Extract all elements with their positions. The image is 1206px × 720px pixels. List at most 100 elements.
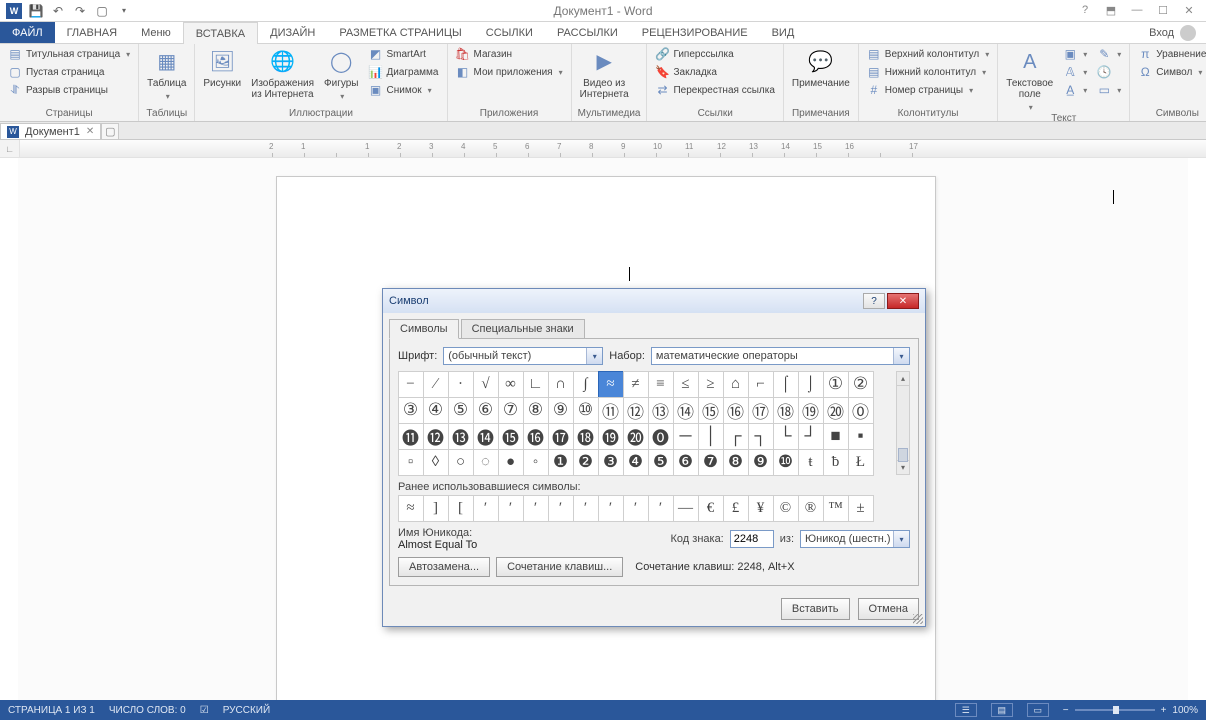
symbol-cell[interactable]: ◦ [523,449,549,476]
new-icon[interactable]: ▢ [94,3,110,19]
symbol-cell[interactable]: ≡ [648,371,674,398]
recent-symbol-cell[interactable]: ′ [598,495,624,522]
symbol-cell[interactable]: ❹ [623,449,649,476]
recent-symbol-cell[interactable]: € [698,495,724,522]
symbol-cell[interactable]: ❸ [598,449,624,476]
symbol-cell[interactable]: └ [773,423,799,450]
char-code-input[interactable] [730,530,774,548]
symbol-cell[interactable]: ⑨ [548,397,574,424]
symbol-cell[interactable]: − [398,371,424,398]
pictures-button[interactable]: 🖼Рисунки [201,46,243,89]
dialog-help-icon[interactable]: ? [863,293,885,309]
scroll-up-icon[interactable]: ▴ [897,372,909,386]
dropdown-icon[interactable]: ▾ [893,348,909,364]
symbol-cell[interactable]: Ł [848,449,874,476]
header-button[interactable]: ▤Верхний колонтитул [865,46,992,62]
symbol-cell[interactable]: ⌂ [723,371,749,398]
recent-symbol-cell[interactable]: ′ [573,495,599,522]
symbol-cell[interactable]: ŧ [798,449,824,476]
symbol-cell[interactable]: ■ [823,423,849,450]
insert-button[interactable]: Вставить [781,598,850,620]
comment-button[interactable]: 💬Примечание [790,46,852,89]
recent-symbol-cell[interactable]: ′ [648,495,674,522]
symbol-cell[interactable]: ⓱ [548,423,574,450]
zoom-in-icon[interactable]: + [1161,705,1167,716]
undo-icon[interactable]: ↶ [50,3,66,19]
object-button[interactable]: ▭ [1095,82,1123,98]
resize-grip-icon[interactable] [913,614,923,624]
symbol-button[interactable]: ΩСимвол [1136,64,1206,80]
page-status[interactable]: СТРАНИЦА 1 ИЗ 1 [8,705,95,716]
close-icon[interactable]: ✕ [1180,4,1198,17]
symbol-cell[interactable]: ≈ [598,371,624,398]
grid-scrollbar[interactable]: ▴ ▾ [896,371,910,475]
symbol-cell[interactable]: ≥ [698,371,724,398]
symbol-cell[interactable]: ƀ [823,449,849,476]
tab-special-chars[interactable]: Специальные знаки [461,319,585,339]
textbox-button[interactable]: AТекстовое поле [1004,46,1055,113]
zoom-value[interactable]: 100% [1172,705,1198,716]
symbol-cell[interactable]: ┐ [748,423,774,450]
maximize-icon[interactable]: ☐ [1154,4,1172,17]
my-apps-button[interactable]: ◧Мои приложения [454,64,565,80]
symbol-cell[interactable]: ⑰ [748,397,774,424]
subset-select[interactable]: математические операторы ▾ [651,347,910,365]
from-select[interactable]: Юникод (шестн.) ▾ [800,530,910,548]
new-tab-button[interactable]: ▢ [101,123,119,139]
sig-line-button[interactable]: ✎ [1095,46,1123,62]
symbol-cell[interactable]: ⓪ [848,397,874,424]
language-status[interactable]: РУССКИЙ [223,705,270,716]
online-video-button[interactable]: ▶Видео из Интернета [578,46,631,100]
wordart-button[interactable]: 𝔸 [1061,64,1089,80]
symbol-cell[interactable]: ⓫ [398,423,424,450]
symbol-cell[interactable]: ▪ [848,423,874,450]
equation-button[interactable]: πУравнение [1136,46,1206,62]
recent-symbol-cell[interactable]: ¥ [748,495,774,522]
symbol-cell[interactable]: ≤ [673,371,699,398]
recent-symbol-cell[interactable]: [ [448,495,474,522]
footer-button[interactable]: ▤Нижний колонтитул [865,64,992,80]
help-icon[interactable]: ? [1076,4,1094,17]
dialog-close-icon[interactable]: ✕ [887,293,919,309]
symbol-cell[interactable]: ⓲ [573,423,599,450]
tab-selector-icon[interactable]: ∟ [0,140,20,157]
symbol-cell[interactable]: ⓮ [473,423,499,450]
recent-symbol-cell[interactable]: — [673,495,699,522]
redo-icon[interactable]: ↷ [72,3,88,19]
recent-symbol-cell[interactable]: ® [798,495,824,522]
symbol-cell[interactable]: ⑱ [773,397,799,424]
scroll-down-icon[interactable]: ▾ [897,460,909,474]
recent-symbol-cell[interactable]: ] [423,495,449,522]
symbol-cell[interactable]: ⓯ [498,423,524,450]
symbol-cell[interactable]: ⑳ [823,397,849,424]
tab-menu[interactable]: Меню [129,22,183,43]
tab-references[interactable]: ССЫЛКИ [474,22,545,43]
recent-symbol-cell[interactable]: ≈ [398,495,424,522]
symbol-cell[interactable]: │ [698,423,724,450]
recent-symbol-cell[interactable]: ′ [498,495,524,522]
shapes-button[interactable]: ◯Фигуры [322,46,360,102]
minimize-icon[interactable]: — [1128,4,1146,17]
doc-tab-close-icon[interactable]: ✕ [86,126,94,137]
page-break-button[interactable]: ⥯Разрыв страницы [6,82,132,98]
symbol-cell[interactable]: ⑭ [673,397,699,424]
symbol-cell[interactable]: ④ [423,397,449,424]
tab-insert[interactable]: ВСТАВКА [183,22,258,44]
symbol-cell[interactable]: ⑲ [798,397,824,424]
symbol-cell[interactable]: ⌡ [798,371,824,398]
datetime-button[interactable]: 🕓 [1095,64,1123,80]
symbol-cell[interactable]: ⌠ [773,371,799,398]
symbol-cell[interactable]: ❿ [773,449,799,476]
cover-page-button[interactable]: ▤Титульная страница [6,46,132,62]
symbol-cell[interactable]: ❽ [723,449,749,476]
symbol-cell[interactable]: ⌐ [748,371,774,398]
bookmark-button[interactable]: 🔖Закладка [653,64,776,80]
symbol-cell[interactable]: ⓿ [648,423,674,450]
symbol-cell[interactable]: ❻ [673,449,699,476]
zoom-out-icon[interactable]: − [1063,705,1069,716]
tab-file[interactable]: ФАЙЛ [0,22,55,43]
symbol-cell[interactable]: ∞ [498,371,524,398]
online-pictures-button[interactable]: 🌐Изображения из Интернета [249,46,316,100]
tab-view[interactable]: ВИД [760,22,807,43]
quick-parts-button[interactable]: ▣ [1061,46,1089,62]
